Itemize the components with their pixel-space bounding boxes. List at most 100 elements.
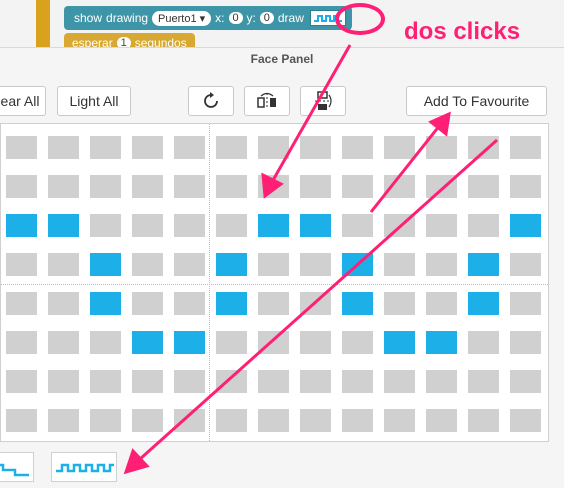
led-cell[interactable] bbox=[468, 136, 499, 159]
led-cell[interactable] bbox=[174, 214, 205, 237]
led-cell[interactable] bbox=[342, 409, 373, 432]
led-cell[interactable] bbox=[48, 370, 79, 393]
add-to-favourite-button[interactable]: Add To Favourite bbox=[406, 86, 547, 116]
led-cell[interactable] bbox=[510, 214, 541, 237]
led-cell[interactable] bbox=[510, 253, 541, 276]
led-cell[interactable] bbox=[216, 175, 247, 198]
led-cell[interactable] bbox=[384, 136, 415, 159]
led-cell[interactable] bbox=[6, 136, 37, 159]
flip-horizontal-button[interactable] bbox=[244, 86, 290, 116]
favourite-thumbnail-2[interactable] bbox=[51, 452, 117, 482]
led-cell[interactable] bbox=[216, 331, 247, 354]
led-cell[interactable] bbox=[90, 253, 121, 276]
led-cell[interactable] bbox=[300, 292, 331, 315]
led-cell[interactable] bbox=[90, 370, 121, 393]
flip-vertical-button[interactable] bbox=[300, 86, 346, 116]
led-cell[interactable] bbox=[258, 331, 289, 354]
led-cell[interactable] bbox=[342, 253, 373, 276]
led-cell[interactable] bbox=[216, 292, 247, 315]
led-cell[interactable] bbox=[132, 175, 163, 198]
led-cell[interactable] bbox=[258, 214, 289, 237]
led-cell[interactable] bbox=[174, 409, 205, 432]
led-cell[interactable] bbox=[174, 370, 205, 393]
led-cell[interactable] bbox=[426, 409, 457, 432]
led-cell[interactable] bbox=[132, 292, 163, 315]
led-cell[interactable] bbox=[384, 331, 415, 354]
led-cell[interactable] bbox=[300, 409, 331, 432]
led-cell[interactable] bbox=[216, 214, 247, 237]
led-cell[interactable] bbox=[384, 214, 415, 237]
led-cell[interactable] bbox=[258, 253, 289, 276]
led-cell[interactable] bbox=[342, 136, 373, 159]
led-cell[interactable] bbox=[48, 214, 79, 237]
led-cell[interactable] bbox=[48, 253, 79, 276]
led-cell[interactable] bbox=[468, 331, 499, 354]
led-cell[interactable] bbox=[342, 292, 373, 315]
led-cell[interactable] bbox=[300, 175, 331, 198]
led-cell[interactable] bbox=[174, 175, 205, 198]
led-cell[interactable] bbox=[258, 292, 289, 315]
led-cell[interactable] bbox=[510, 409, 541, 432]
led-cell[interactable] bbox=[300, 331, 331, 354]
led-cell[interactable] bbox=[384, 292, 415, 315]
led-cell[interactable] bbox=[6, 175, 37, 198]
led-cell[interactable] bbox=[174, 253, 205, 276]
led-cell[interactable] bbox=[48, 136, 79, 159]
led-cell[interactable] bbox=[216, 409, 247, 432]
led-cell[interactable] bbox=[426, 136, 457, 159]
led-cell[interactable] bbox=[468, 370, 499, 393]
led-cell[interactable] bbox=[258, 409, 289, 432]
led-cell[interactable] bbox=[468, 292, 499, 315]
led-cell[interactable] bbox=[258, 175, 289, 198]
led-cell[interactable] bbox=[300, 370, 331, 393]
led-cell[interactable] bbox=[6, 370, 37, 393]
led-cell[interactable] bbox=[426, 253, 457, 276]
led-cell[interactable] bbox=[468, 214, 499, 237]
led-cell[interactable] bbox=[468, 175, 499, 198]
x-input[interactable]: 0 bbox=[228, 12, 243, 24]
led-cell[interactable] bbox=[132, 331, 163, 354]
led-cell[interactable] bbox=[342, 175, 373, 198]
led-cell[interactable] bbox=[6, 253, 37, 276]
led-cell[interactable] bbox=[510, 175, 541, 198]
led-cell[interactable] bbox=[342, 370, 373, 393]
led-cell[interactable] bbox=[90, 214, 121, 237]
led-cell[interactable] bbox=[132, 370, 163, 393]
led-cell[interactable] bbox=[216, 136, 247, 159]
led-cell[interactable] bbox=[384, 253, 415, 276]
led-cell[interactable] bbox=[510, 136, 541, 159]
led-cell[interactable] bbox=[90, 136, 121, 159]
led-cell[interactable] bbox=[174, 292, 205, 315]
led-cell[interactable] bbox=[342, 214, 373, 237]
led-cell[interactable] bbox=[384, 175, 415, 198]
led-cell[interactable] bbox=[426, 331, 457, 354]
led-cell[interactable] bbox=[90, 175, 121, 198]
led-cell[interactable] bbox=[510, 370, 541, 393]
led-cell[interactable] bbox=[342, 331, 373, 354]
led-cell[interactable] bbox=[426, 175, 457, 198]
led-cell[interactable] bbox=[216, 253, 247, 276]
led-cell[interactable] bbox=[48, 409, 79, 432]
led-cell[interactable] bbox=[426, 292, 457, 315]
led-cell[interactable] bbox=[6, 292, 37, 315]
led-cell[interactable] bbox=[132, 409, 163, 432]
led-cell[interactable] bbox=[90, 409, 121, 432]
led-cell[interactable] bbox=[132, 136, 163, 159]
led-cell[interactable] bbox=[300, 136, 331, 159]
show-drawing-block[interactable]: show drawing Puerto1 ▾ x: 0 y: 0 draw bbox=[64, 6, 352, 30]
led-cell[interactable] bbox=[90, 292, 121, 315]
light-all-button[interactable]: Light All bbox=[57, 86, 131, 116]
led-cell[interactable] bbox=[468, 409, 499, 432]
led-cell[interactable] bbox=[300, 214, 331, 237]
led-cell[interactable] bbox=[384, 409, 415, 432]
led-cell[interactable] bbox=[258, 136, 289, 159]
led-cell[interactable] bbox=[510, 331, 541, 354]
favourite-thumbnail-1[interactable] bbox=[0, 452, 34, 482]
led-cell[interactable] bbox=[426, 214, 457, 237]
led-cell[interactable] bbox=[6, 331, 37, 354]
led-cell[interactable] bbox=[174, 136, 205, 159]
clear-all-button[interactable]: ear All bbox=[0, 86, 46, 116]
led-cell[interactable] bbox=[48, 292, 79, 315]
led-cell[interactable] bbox=[300, 253, 331, 276]
led-cell[interactable] bbox=[132, 253, 163, 276]
